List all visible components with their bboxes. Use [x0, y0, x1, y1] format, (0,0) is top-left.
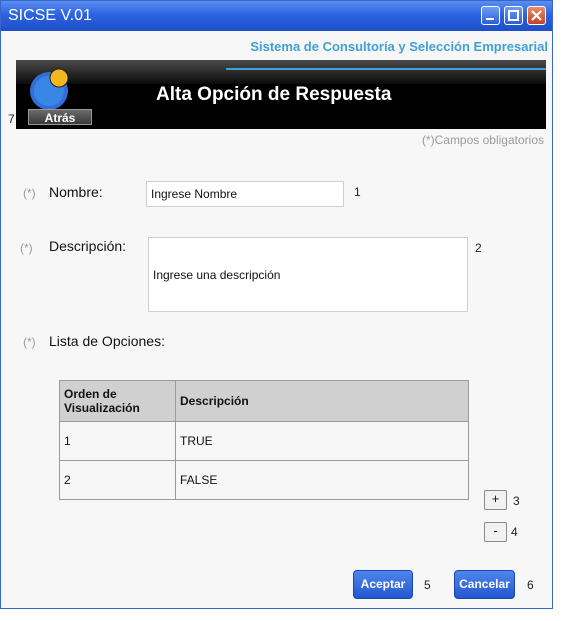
options-table: Orden de Visualización Descripción 1 TRU… — [59, 380, 469, 500]
cell-orden: 1 — [59, 421, 176, 461]
cancel-marker: 6 — [527, 578, 534, 592]
back-marker: 7 — [8, 112, 15, 126]
descripcion-textarea[interactable]: Ingrese una descripción — [148, 237, 468, 312]
cell-descripcion: FALSE — [175, 460, 469, 500]
accept-button[interactable]: Aceptar — [353, 570, 413, 599]
minimize-icon[interactable] — [481, 6, 500, 25]
descripcion-marker: 2 — [475, 241, 482, 255]
nombre-label: Nombre: — [49, 184, 103, 200]
descripcion-label: Descripción: — [49, 238, 127, 254]
page-title: Alta Opción de Respuesta — [156, 84, 392, 105]
required-mark: (*) — [23, 186, 36, 200]
add-option-button[interactable]: + — [484, 490, 507, 510]
remove-option-button[interactable]: - — [484, 522, 507, 542]
table-row[interactable]: 1 TRUE — [59, 421, 469, 461]
table-header-row: Orden de Visualización Descripción — [59, 380, 469, 422]
column-header-descripcion: Descripción — [175, 380, 469, 422]
title-bar[interactable]: SICSE V.01 — [1, 1, 552, 31]
app-window: SICSE V.01 Sistema de Consultoría y Sele… — [0, 0, 553, 609]
close-icon[interactable] — [527, 6, 546, 25]
accept-marker: 5 — [424, 578, 431, 592]
header-banner: Atrás Alta Opción de Respuesta — [16, 60, 546, 129]
cell-orden: 2 — [59, 460, 176, 500]
table-row[interactable]: 2 FALSE — [59, 460, 469, 500]
maximize-icon[interactable] — [504, 6, 523, 25]
required-mark: (*) — [20, 241, 33, 255]
nombre-input[interactable]: Ingrese Nombre — [146, 181, 344, 207]
banner-accent-line — [226, 68, 546, 70]
required-fields-note: (*)Campos obligatorios — [421, 133, 544, 147]
required-mark: (*) — [23, 335, 36, 349]
cancel-button[interactable]: Cancelar — [454, 570, 515, 599]
add-marker: 3 — [513, 494, 520, 508]
pie-logo-icon — [30, 68, 69, 110]
back-button[interactable]: Atrás — [28, 109, 92, 125]
app-tagline: Sistema de Consultoría y Selección Empre… — [250, 39, 548, 54]
remove-marker: 4 — [511, 525, 518, 539]
banner-band — [16, 60, 546, 84]
column-header-orden: Orden de Visualización — [59, 380, 176, 422]
cell-descripcion: TRUE — [175, 421, 469, 461]
lista-opciones-label: Lista de Opciones: — [49, 333, 165, 349]
window-title: SICSE V.01 — [8, 7, 92, 24]
nombre-marker: 1 — [354, 185, 361, 199]
